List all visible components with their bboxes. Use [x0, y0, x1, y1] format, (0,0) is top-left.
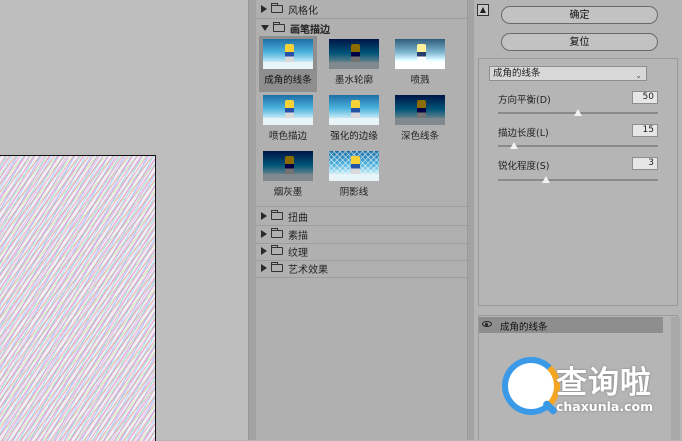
filter-preview-image	[263, 95, 313, 125]
filter-gallery: 风格化 画笔描边 成角的线条 墨水轮廓 喷溅 喷色描边 强化的边缘 深色线条 烟…	[256, 0, 467, 440]
expand-arrow-icon	[261, 212, 267, 220]
category-label: 艺术效果	[288, 264, 328, 276]
expand-arrow-icon	[261, 5, 267, 13]
slider-thumb[interactable]	[542, 176, 550, 183]
watermark-url: chaxunla.com	[556, 399, 654, 414]
reset-button[interactable]: 复位	[501, 33, 658, 51]
filter-thumb-sumi-e[interactable]: 烟灰墨	[259, 148, 317, 204]
stroke-length-input[interactable]: 15	[632, 124, 658, 137]
preview-image	[0, 155, 156, 441]
filter-thumb-ink-outlines[interactable]: 墨水轮廓	[325, 36, 383, 92]
category-label: 扭曲	[288, 212, 308, 224]
category-brush-strokes[interactable]: 画笔描边	[256, 19, 467, 37]
sharpness-input[interactable]: 3	[632, 157, 658, 170]
slider-thumb[interactable]	[510, 142, 518, 149]
effect-layer-row[interactable]: 成角的线条	[479, 317, 663, 333]
effect-layer-label: 成角的线条	[500, 322, 548, 333]
filter-thumb-dark-strokes[interactable]: 深色线条	[391, 92, 449, 148]
stroke-length-slider[interactable]	[498, 142, 658, 149]
magnifier-logo-icon	[502, 357, 560, 415]
filter-thumb-accented-edges[interactable]: 强化的边缘	[325, 92, 383, 148]
chevron-down-icon: ⌄	[635, 71, 642, 80]
filter-thumb-sprayed-strokes[interactable]: 喷色描边	[259, 92, 317, 148]
category-label: 风格化	[288, 5, 318, 17]
preview-canvas[interactable]	[0, 0, 248, 441]
filter-preview-image	[263, 151, 313, 181]
filter-label: 成角的线条	[264, 75, 312, 86]
folder-icon	[271, 210, 283, 220]
filter-thumb-spatter[interactable]: 喷溅	[391, 36, 449, 92]
category-label: 画笔描边	[290, 24, 330, 36]
filter-preview-image	[263, 39, 313, 69]
folder-icon	[271, 262, 283, 272]
filter-label: 喷色描边	[268, 131, 307, 142]
direction-balance-label: 方向平衡(D)	[498, 95, 551, 106]
filter-select-value: 成角的线条	[493, 68, 541, 79]
sharpness-label: 锐化程度(S)	[498, 161, 550, 172]
direction-balance-input[interactable]: 50	[632, 91, 658, 104]
collapse-up-icon[interactable]: ▲	[477, 4, 489, 16]
expand-arrow-icon	[261, 247, 267, 255]
folder-icon	[271, 245, 283, 255]
eye-icon[interactable]	[482, 321, 492, 327]
folder-icon	[271, 228, 283, 238]
filter-label: 喷溅	[410, 75, 430, 86]
slider-thumb[interactable]	[574, 109, 582, 116]
folder-icon	[271, 3, 283, 13]
stroke-length-label: 描边长度(L)	[498, 128, 549, 139]
filter-label: 墨水轮廓	[334, 75, 373, 86]
category-artistic[interactable]: 艺术效果	[256, 259, 467, 278]
sharpness-slider[interactable]	[498, 176, 658, 183]
category-distort[interactable]: 扭曲	[256, 206, 467, 226]
filter-select[interactable]: 成角的线条 ⌄	[489, 66, 647, 81]
filter-thumb-angled-strokes[interactable]: 成角的线条	[259, 36, 317, 92]
filter-preview-image	[395, 95, 445, 125]
folder-open-icon	[273, 22, 285, 32]
category-label: 素描	[288, 230, 308, 242]
filter-label: 阴影线	[339, 187, 369, 198]
filter-label: 烟灰墨	[273, 187, 303, 198]
filter-thumb-crosshatch[interactable]: 阴影线	[325, 148, 383, 204]
collapse-arrow-icon	[261, 25, 269, 31]
filter-preview-image	[329, 39, 379, 69]
category-label: 纹理	[288, 247, 308, 259]
direction-balance-slider[interactable]	[498, 109, 658, 116]
filter-preview-image	[329, 151, 379, 181]
ok-button[interactable]: 确定	[501, 6, 658, 24]
filter-preview-image	[395, 39, 445, 69]
expand-arrow-icon	[261, 264, 267, 272]
watermark: 查询啦 chaxunla.com	[494, 355, 674, 421]
filter-preview-image	[329, 95, 379, 125]
preview-splitter[interactable]	[248, 0, 256, 440]
filter-label: 强化的边缘	[330, 131, 378, 142]
category-stylize[interactable]: 风格化	[256, 0, 467, 19]
expand-arrow-icon	[261, 230, 267, 238]
filter-label: 深色线条	[400, 131, 439, 142]
watermark-title: 查询啦	[556, 365, 652, 401]
